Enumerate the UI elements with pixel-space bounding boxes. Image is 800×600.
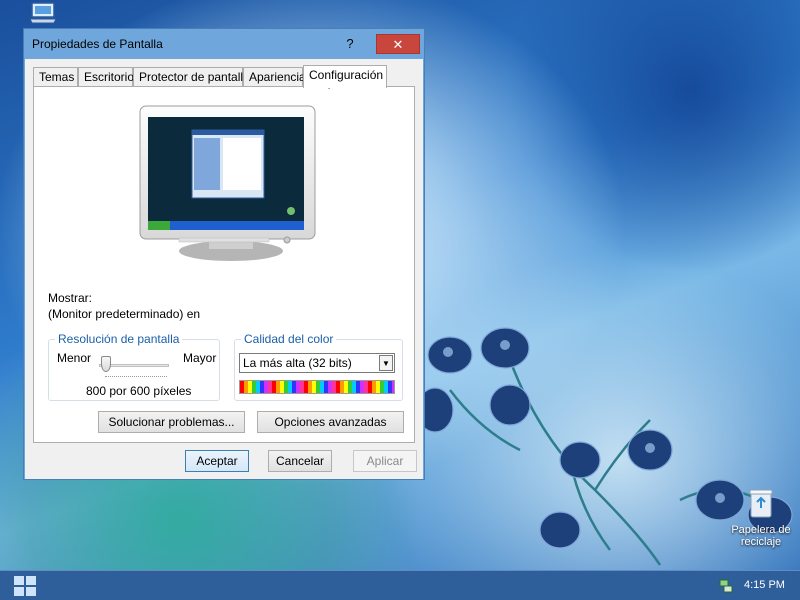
- tab-apariencia[interactable]: Apariencia: [243, 67, 306, 87]
- resolution-more-label: Mayor: [183, 351, 217, 365]
- tab-temas[interactable]: Temas: [33, 67, 78, 87]
- computer-icon[interactable]: [28, 2, 58, 24]
- resolution-group: Resolución de pantalla Menor Mayor 800 p…: [48, 332, 220, 401]
- close-button[interactable]: ✕: [376, 34, 420, 54]
- color-quality-group: Calidad del color La más alta (32 bits) …: [234, 332, 403, 401]
- recycle-bin-icon: [749, 489, 773, 518]
- windows-logo-icon[interactable]: [12, 574, 38, 598]
- slider-ticks: [105, 376, 167, 379]
- color-quality-selected: La más alta (32 bits): [243, 356, 352, 370]
- tab-protector-de-pantalla[interactable]: Protector de pantalla: [133, 67, 250, 87]
- taskbar: 4:15 PM: [0, 570, 800, 600]
- color-spectrum-bar: [239, 380, 395, 394]
- window-client-area: Temas Escritorio Protector de pantalla A…: [25, 59, 423, 479]
- display-value: (Monitor predeterminado) en: [48, 307, 201, 321]
- color-quality-group-title: Calidad del color: [241, 332, 337, 346]
- tab-escritorio[interactable]: Escritorio: [78, 67, 134, 87]
- monitor-preview-image: [139, 105, 316, 261]
- display-label: Mostrar:: [48, 291, 93, 305]
- apply-button[interactable]: Aplicar: [353, 450, 417, 472]
- color-quality-select[interactable]: La más alta (32 bits) ▼: [239, 353, 395, 373]
- tab-configuracion[interactable]: Configuración: [303, 65, 387, 88]
- ok-button[interactable]: Aceptar: [185, 450, 249, 472]
- taskbar-clock[interactable]: 4:15 PM: [744, 579, 785, 591]
- help-button[interactable]: ?: [340, 35, 360, 53]
- resolution-group-title: Resolución de pantalla: [55, 332, 183, 346]
- network-icon[interactable]: [718, 578, 734, 594]
- cancel-button[interactable]: Cancelar: [268, 450, 332, 472]
- resolution-less-label: Menor: [57, 351, 92, 365]
- resolution-value: 800 por 600 píxeles: [86, 384, 192, 398]
- settings-panel: Mostrar: (Monitor predeterminado) en Res…: [33, 86, 415, 443]
- resolution-slider-thumb[interactable]: [101, 356, 111, 372]
- advanced-options-button[interactable]: Opciones avanzadas: [257, 411, 404, 433]
- dropdown-arrow-icon[interactable]: ▼: [379, 355, 393, 371]
- display-properties-window: Propiedades de Pantalla ? ✕ Temas Escrit…: [23, 28, 425, 480]
- recycle-bin-desktop-icon[interactable]: Papelera de reciclaje: [728, 488, 794, 548]
- title-bar[interactable]: Propiedades de Pantalla ? ✕: [24, 29, 424, 59]
- troubleshoot-button[interactable]: Solucionar problemas...: [98, 411, 245, 433]
- window-title: Propiedades de Pantalla: [32, 37, 163, 51]
- recycle-bin-label: Papelera de reciclaje: [731, 524, 791, 548]
